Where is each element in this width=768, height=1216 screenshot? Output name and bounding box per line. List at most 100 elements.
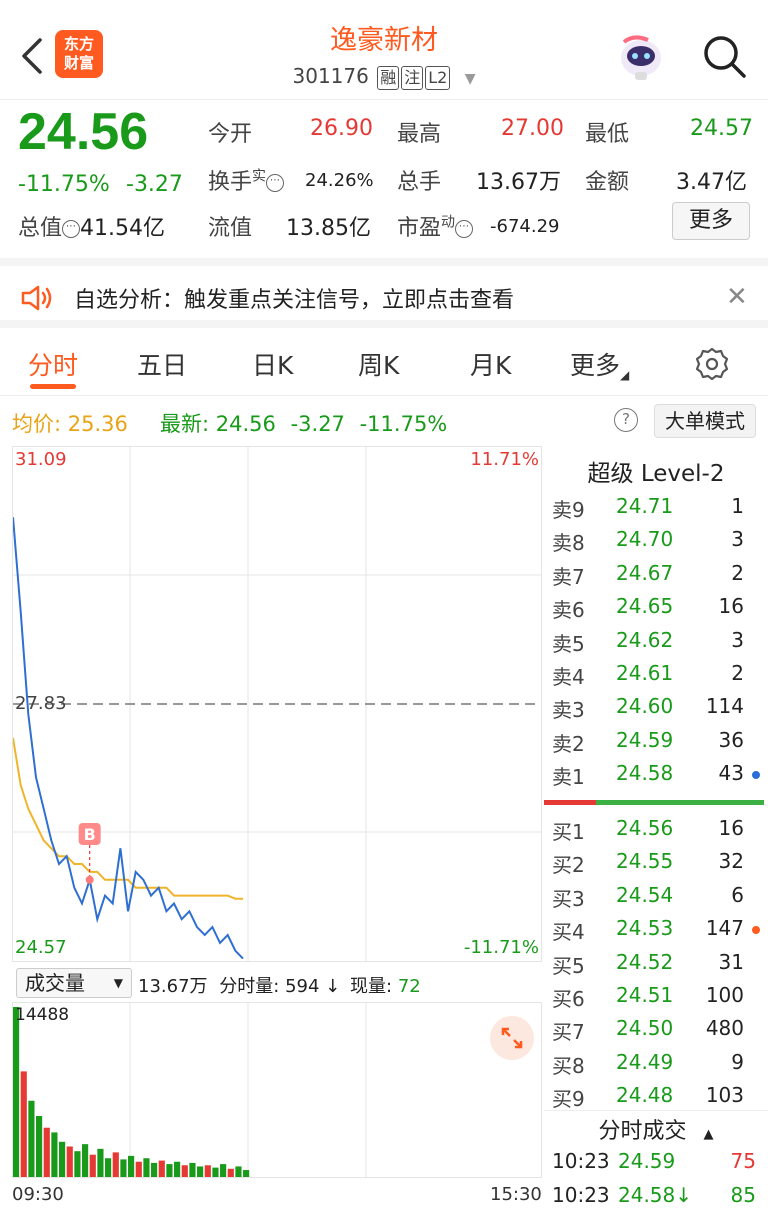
volume-bar: [243, 1170, 250, 1177]
ask-row[interactable]: 卖4 24.61 2: [544, 657, 768, 690]
time-end-label: 15:30: [490, 1184, 542, 1205]
close-icon[interactable]: ✕: [726, 282, 748, 312]
assistant-robot-icon[interactable]: [614, 30, 668, 84]
bid-row[interactable]: 买2 24.55 32: [544, 845, 768, 878]
volume-bar: [166, 1164, 173, 1177]
orange-dot-icon: [752, 926, 760, 935]
ask-level-label: 卖3: [552, 698, 585, 723]
bid-volume: 9: [731, 1049, 744, 1074]
ask-price: 24.67: [616, 560, 674, 585]
volume-bar: [181, 1165, 188, 1177]
open-label: 今开: [208, 122, 253, 147]
ask-row[interactable]: 卖7 24.67 2: [544, 557, 768, 590]
dropdown-caret-icon: ▼: [464, 71, 476, 87]
tab-more[interactable]: 更多◢: [570, 346, 629, 382]
ask-row[interactable]: 卖5 24.62 3: [544, 624, 768, 657]
volume-bar: [28, 1100, 35, 1177]
tab-daily-k[interactable]: 日K: [252, 346, 293, 382]
ask-level-label: 卖2: [552, 731, 585, 756]
more-button[interactable]: 更多: [672, 202, 750, 240]
volume-bar: [143, 1158, 150, 1177]
notice-banner[interactable]: 自选分析：触发重点关注信号，立即点击查看 ✕: [0, 258, 768, 328]
tick-section-title[interactable]: 分时成交 ▲: [544, 1113, 768, 1145]
pe-value: -674.29: [490, 216, 560, 237]
ask-row[interactable]: 卖1 24.58 43: [544, 757, 768, 790]
volume-bar: [151, 1162, 158, 1177]
pe-field[interactable]: 市盈动 ⋯: [397, 210, 474, 242]
open-value: 26.90: [310, 116, 373, 141]
tick-price: 24.58↓: [618, 1183, 693, 1207]
intraday-chart[interactable]: B 31.09 11.71% 27.83 24.57 -11.71%: [12, 446, 542, 962]
level2-title[interactable]: 超级 Level-2: [544, 454, 768, 488]
bid-ask-divider: [544, 800, 764, 805]
indicator-dropdown[interactable]: 成交量 ▼: [16, 968, 132, 998]
bid-row[interactable]: 买3 24.54 6: [544, 879, 768, 912]
volume-bar: [51, 1132, 58, 1177]
bid-row[interactable]: 买9 24.48 103: [544, 1079, 768, 1112]
ask-row[interactable]: 卖6 24.65 16: [544, 590, 768, 623]
volume-bar: [105, 1158, 112, 1177]
bid-volume: 32: [718, 849, 744, 874]
gear-icon[interactable]: [694, 346, 730, 382]
volume-bar: [66, 1146, 73, 1177]
bid-volume: 16: [718, 816, 744, 840]
turnover-value: 24.26%: [305, 170, 374, 191]
expand-icon[interactable]: [490, 1016, 534, 1060]
high-value: 27.00: [501, 116, 564, 141]
volume-bar: [189, 1162, 196, 1177]
volume-bar: [59, 1141, 66, 1177]
price-chart-svg: B: [13, 447, 541, 961]
volume-chart[interactable]: 14488: [12, 1002, 542, 1178]
tab-monthly-k[interactable]: 月K: [470, 346, 511, 382]
bid-price: 24.52: [616, 949, 674, 974]
change-amount: -3.27: [126, 172, 183, 197]
tick-volume: 85: [730, 1183, 756, 1207]
tick-time: 10:23: [552, 1149, 610, 1173]
volume-bar: [235, 1166, 242, 1177]
y-mid-label: 27.83: [15, 693, 67, 714]
bid-volume: 147: [705, 916, 744, 941]
ask-row[interactable]: 卖3 24.60 114: [544, 690, 768, 723]
ask-volume: 2: [731, 560, 744, 585]
bid-price: 24.50: [616, 1016, 674, 1041]
ask-level-label: 卖1: [552, 765, 585, 790]
ask-volume: 16: [718, 594, 744, 619]
bid-row[interactable]: 买1 24.56 16: [544, 812, 768, 845]
tab-intraday[interactable]: 分时: [28, 346, 78, 382]
ask-price: 24.60: [616, 694, 674, 719]
bid-price: 24.55: [616, 849, 674, 874]
price-line: [13, 517, 244, 960]
ask-row[interactable]: 卖9 24.71 1: [544, 490, 768, 523]
ask-price: 24.71: [616, 494, 674, 518]
blue-dot-icon: [752, 771, 760, 780]
dropdown-caret-icon: ▼: [113, 976, 123, 990]
ask-price: 24.59: [616, 727, 674, 752]
volume-bar: [43, 1127, 50, 1177]
turnover-field[interactable]: 换手实 ⋯: [208, 164, 285, 196]
big-order-mode-button[interactable]: 大单模式: [654, 404, 756, 438]
bid-row[interactable]: 买8 24.49 9: [544, 1046, 768, 1079]
ask-row[interactable]: 卖2 24.59 36: [544, 724, 768, 757]
ask-volume: 2: [731, 661, 744, 685]
volume-bar: [36, 1115, 43, 1177]
ask-row[interactable]: 卖8 24.70 3: [544, 523, 768, 556]
ask-level-label: 卖9: [552, 498, 585, 522]
info-dots-icon: ⋯: [62, 220, 81, 238]
tab-five-day[interactable]: 五日: [137, 346, 187, 382]
bid-row[interactable]: 买5 24.52 31: [544, 946, 768, 979]
ask-volume: 1: [731, 494, 744, 518]
ask-level-label: 卖5: [552, 631, 585, 656]
quote-summary: 24.56 -11.75% -3.27 总值 ⋯ 41.54亿 今开 26.90 最…: [0, 100, 768, 256]
bid-level-label: 买6: [552, 987, 585, 1011]
ask-level-label: 卖6: [552, 598, 585, 623]
mktcap-field[interactable]: 总值 ⋯ 41.54亿: [18, 210, 165, 242]
bid-row[interactable]: 买4 24.53 147: [544, 912, 768, 945]
low-value: 24.57: [690, 116, 753, 141]
bid-level-label: 买4: [552, 920, 585, 945]
bid-row[interactable]: 买6 24.51 100: [544, 979, 768, 1012]
search-icon[interactable]: [700, 32, 748, 80]
help-icon[interactable]: ?: [614, 408, 638, 432]
tab-weekly-k[interactable]: 周K: [358, 346, 399, 382]
bid-row[interactable]: 买7 24.50 480: [544, 1012, 768, 1045]
latest-price: 最新: 24.56 -3.27 -11.75%: [160, 412, 448, 436]
